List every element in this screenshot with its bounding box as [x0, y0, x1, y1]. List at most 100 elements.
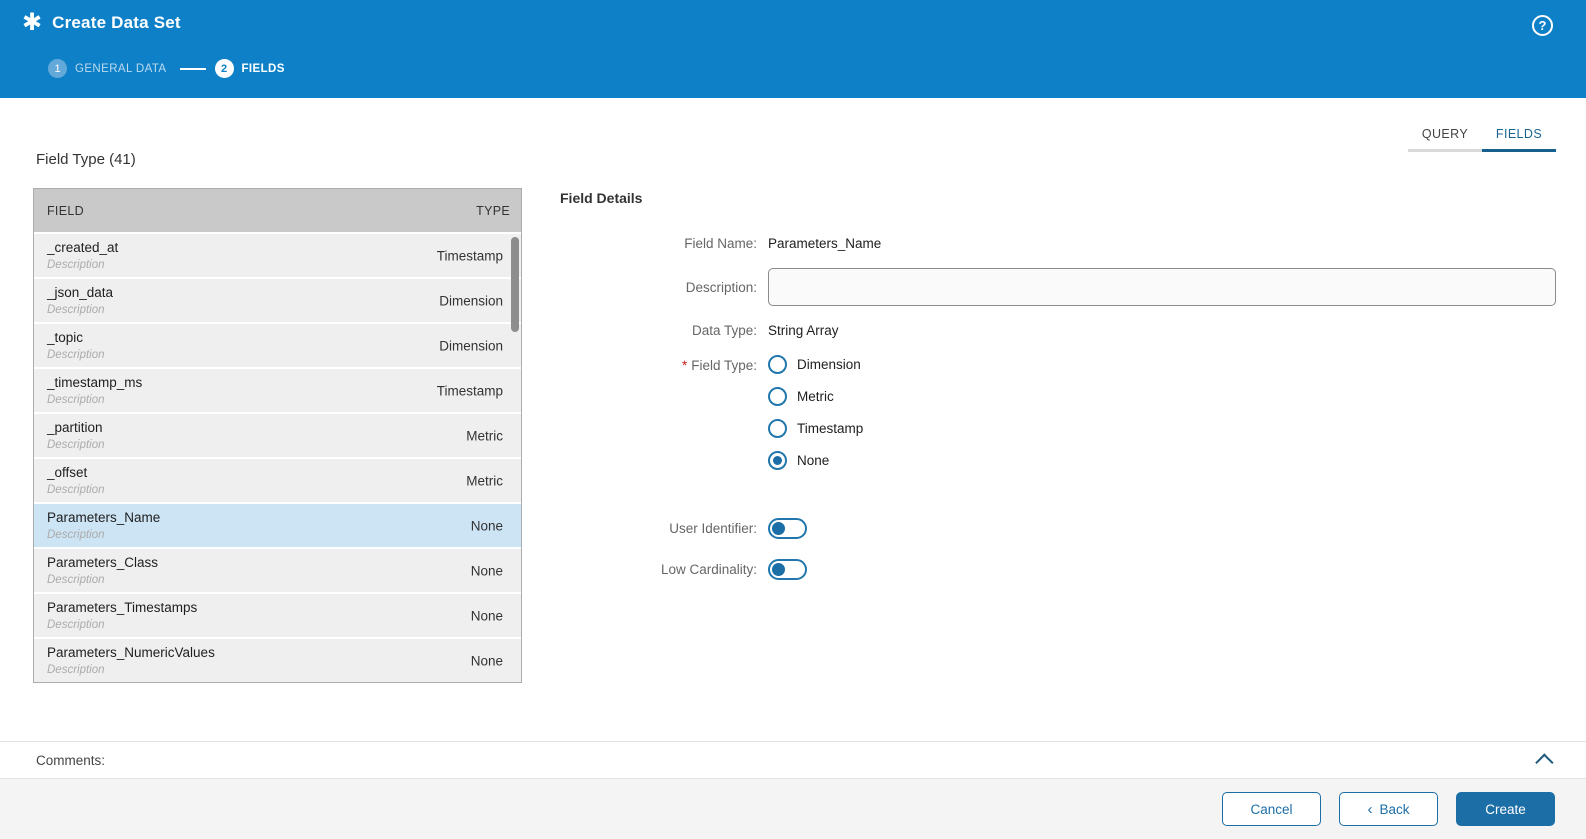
field-row[interactable]: _topic Description Dimension — [34, 322, 521, 367]
radio-icon — [768, 355, 787, 374]
main-content: QUERY FIELDS Field Type (41) FIELD TYPE … — [0, 98, 1586, 741]
step-general-data[interactable]: 1 GENERAL DATA — [48, 59, 167, 78]
field-type-value: Dimension — [439, 338, 503, 353]
radio-option-label: Dimension — [797, 357, 861, 372]
user-identifier-toggle[interactable] — [768, 518, 807, 539]
radio-option-label: None — [797, 453, 830, 468]
comments-label: Comments: — [36, 752, 106, 768]
field-type-value: Timestamp — [436, 383, 503, 398]
field-description-placeholder: Description — [47, 349, 105, 361]
description-input[interactable] — [768, 268, 1556, 306]
field-description-placeholder: Description — [47, 259, 105, 271]
field-name: _created_at — [47, 240, 119, 255]
field-type-row: *Field Type: Dimension Metric Timestamp — [560, 355, 1556, 483]
field-name: Parameters_Name — [47, 510, 161, 525]
back-chevron-icon: ‹ — [1367, 800, 1373, 818]
chevron-up-icon[interactable] — [1535, 752, 1554, 772]
field-details-heading: Field Details — [560, 190, 643, 206]
field-type-value: None — [470, 653, 503, 668]
field-description-placeholder: Description — [47, 484, 105, 496]
step-indicator: 1 GENERAL DATA 2 FIELDS — [48, 59, 285, 78]
step-number-badge: 2 — [214, 59, 234, 78]
toggle-knob — [772, 522, 785, 535]
create-data-set-page: ✱ Create Data Set ? 1 GENERAL DATA 2 FIE… — [0, 0, 1586, 839]
back-button[interactable]: ‹ Back — [1339, 792, 1438, 826]
field-name: _partition — [47, 420, 103, 435]
field-list: FIELD TYPE _created_at Description Times… — [33, 188, 522, 683]
field-details-panel: Field Details Field Name: Parameters_Nam… — [560, 190, 1556, 600]
create-button[interactable]: Create — [1456, 792, 1555, 826]
field-name-row: Field Name: Parameters_Name — [560, 236, 1556, 251]
wizard-header: ✱ Create Data Set ? 1 GENERAL DATA 2 FIE… — [0, 0, 1586, 98]
low-cardinality-toggle[interactable] — [768, 559, 807, 580]
footer-action-bar: Cancel ‹ Back Create — [0, 779, 1586, 839]
field-row[interactable]: Parameters_NumericValues Description Non… — [34, 637, 521, 682]
column-header-type: TYPE — [476, 203, 510, 218]
field-row[interactable]: _created_at Description Timestamp — [34, 232, 521, 277]
asterisk-icon: ✱ — [22, 9, 43, 36]
field-description-placeholder: Description — [47, 529, 105, 541]
description-row: Description: — [560, 268, 1556, 306]
field-description-placeholder: Description — [47, 574, 105, 586]
data-type-value: String Array — [768, 323, 839, 338]
field-type-radio-option[interactable]: Metric — [768, 387, 863, 406]
field-row[interactable]: Parameters_Timestamps Description None — [34, 592, 521, 637]
field-description-placeholder: Description — [47, 439, 105, 451]
user-identifier-label: User Identifier: — [669, 521, 757, 536]
field-name: _topic — [47, 330, 84, 345]
description-label: Description: — [685, 279, 757, 295]
field-row[interactable]: _json_data Description Dimension — [34, 277, 521, 322]
field-description-placeholder: Description — [47, 394, 105, 406]
tab-query[interactable]: QUERY — [1408, 120, 1482, 152]
field-row[interactable]: _offset Description Metric — [34, 457, 521, 502]
field-type-radio-option[interactable]: Dimension — [768, 355, 863, 374]
radio-icon — [768, 451, 787, 470]
field-name-label: Field Name: — [684, 236, 757, 251]
field-type-value: Metric — [466, 473, 503, 488]
field-list-title: Field Type (41) — [36, 151, 136, 168]
user-identifier-row: User Identifier: — [560, 518, 1556, 539]
field-list-header: FIELD TYPE — [34, 189, 521, 232]
required-marker: * — [681, 358, 688, 373]
radio-option-label: Timestamp — [797, 421, 864, 436]
tab-fields[interactable]: FIELDS — [1482, 120, 1556, 152]
field-type-value: None — [470, 518, 503, 533]
field-type-radio-option[interactable]: None — [768, 451, 863, 470]
field-description-placeholder: Description — [47, 619, 105, 631]
field-name: _offset — [47, 465, 88, 480]
step-fields[interactable]: 2 FIELDS — [214, 59, 285, 78]
field-description-placeholder: Description — [47, 664, 105, 676]
view-tabs: QUERY FIELDS — [1408, 120, 1556, 152]
field-row[interactable]: Parameters_Class Description None — [34, 547, 521, 592]
data-type-row: Data Type: String Array — [560, 323, 1556, 338]
field-row[interactable]: Parameters_Name Description None — [34, 502, 521, 547]
radio-icon — [768, 419, 787, 438]
step-number-badge: 1 — [48, 59, 67, 78]
field-description-placeholder: Description — [47, 304, 105, 316]
column-header-field: FIELD — [47, 203, 84, 218]
field-name: _timestamp_ms — [47, 375, 143, 390]
page-title: Create Data Set — [52, 13, 181, 32]
step-label: GENERAL DATA — [75, 62, 167, 75]
field-name: Parameters_NumericValues — [47, 645, 215, 660]
field-rows-viewport: _created_at Description Timestamp _json_… — [34, 232, 521, 682]
field-type-radio-group: Dimension Metric Timestamp None — [768, 355, 863, 483]
radio-icon — [768, 387, 787, 406]
field-name: Parameters_Class — [47, 555, 159, 570]
field-type-value: None — [470, 563, 503, 578]
help-icon[interactable]: ? — [1532, 15, 1553, 36]
field-type-radio-option[interactable]: Timestamp — [768, 419, 863, 438]
data-type-label: Data Type: — [691, 323, 757, 338]
step-connector-line — [179, 67, 206, 70]
radio-option-label: Metric — [797, 389, 834, 404]
field-name-value: Parameters_Name — [768, 236, 882, 251]
field-type-value: Timestamp — [436, 248, 503, 263]
field-name: Parameters_Timestamps — [47, 600, 198, 615]
list-scrollbar-thumb[interactable] — [511, 237, 519, 332]
comments-bar: Comments: — [0, 741, 1586, 779]
cancel-button[interactable]: Cancel — [1222, 792, 1321, 826]
field-type-value: None — [470, 608, 503, 623]
field-row[interactable]: _partition Description Metric — [34, 412, 521, 457]
field-row[interactable]: _timestamp_ms Description Timestamp — [34, 367, 521, 412]
low-cardinality-label: Low Cardinality: — [660, 562, 757, 577]
